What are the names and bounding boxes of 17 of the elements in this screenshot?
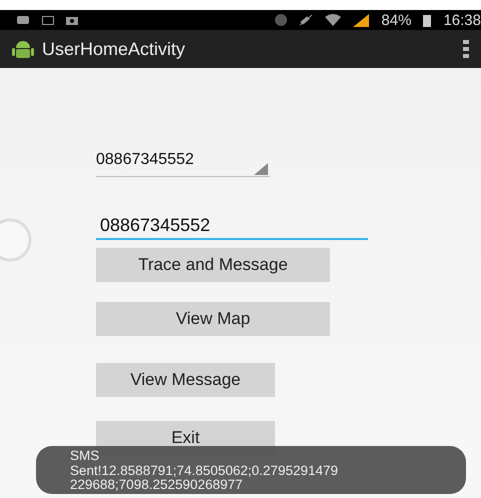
- clock: 16:38: [443, 12, 481, 28]
- battery-percent: 84%: [381, 12, 412, 28]
- android-icon: [12, 39, 34, 59]
- app-title: UserHomeActivity: [42, 38, 186, 60]
- action-button[interactable]: View Message: [96, 363, 275, 397]
- camera-icon: [66, 15, 78, 25]
- image-icon: [42, 16, 54, 24]
- battery-icon: [423, 14, 432, 26]
- phone-spinner[interactable]: 08867345552: [96, 143, 270, 177]
- overflow-menu-icon[interactable]: [463, 40, 469, 58]
- action-button[interactable]: View Map: [96, 302, 330, 336]
- wifi-icon: [325, 14, 342, 26]
- action-button[interactable]: Trace and Message: [96, 248, 330, 282]
- message-icon: [16, 15, 30, 25]
- phone-input-field[interactable]: 08867345552: [96, 213, 368, 240]
- signal-icon: [353, 14, 370, 26]
- sms-toast: SMS Sent!12.8588791;74.8505062;0.2795291479 229688;7098.252590268977: [36, 446, 466, 494]
